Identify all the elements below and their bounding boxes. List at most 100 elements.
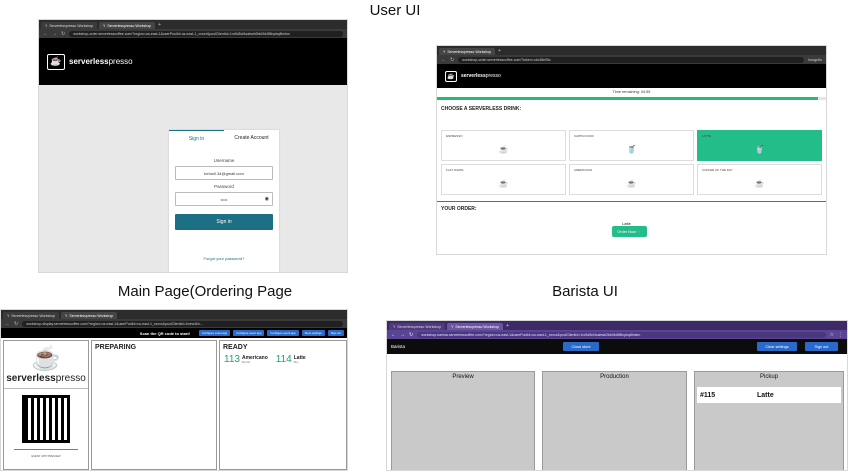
ready-order: 114 Latte Rhe: [276, 354, 306, 365]
drink-option[interactable]: ESPRESSO ☕: [441, 130, 566, 161]
tab-favicon-icon: Y: [45, 23, 48, 28]
logo-text: serverlesspresso: [461, 73, 501, 79]
reload-icon[interactable]: ↻: [409, 332, 413, 338]
forgot-password-link[interactable]: Forgot your password?: [169, 256, 279, 261]
pickup-title: Pickup: [759, 374, 778, 380]
tab-sign-in[interactable]: Sign in: [169, 130, 224, 146]
drink-option[interactable]: LATTE 🥤: [697, 130, 822, 161]
configure-button[interactable]: Configure event app: [199, 330, 231, 336]
browser-tab[interactable]: Y Serverlesspresso Workshop: [439, 48, 496, 55]
url-field[interactable]: workshop-display.serverlesscoffee.com/?r…: [22, 320, 343, 327]
sign-out-button[interactable]: Sign out: [327, 330, 344, 336]
login-tabs: Sign in Create Account: [169, 130, 279, 146]
preview-title: Preview: [452, 374, 474, 380]
reload-icon[interactable]: ↻: [14, 321, 18, 327]
sign-in-button[interactable]: Sign in: [175, 214, 273, 230]
ready-list: 113 Americano Bar Ma 114 Latte Rhe: [220, 354, 346, 365]
back-icon[interactable]: ←: [391, 332, 396, 338]
url-field[interactable]: workshop-barista.serverlesscoffee.com/?r…: [417, 331, 826, 338]
show-password-icon[interactable]: ◉: [265, 196, 269, 202]
back-icon[interactable]: ←: [441, 57, 446, 63]
tab-favicon-icon: Y: [7, 313, 10, 318]
star-icon[interactable]: ☆: [830, 332, 834, 338]
logo-panel: ☕ serverlesspresso EVENT APP PREVIEW: [3, 340, 89, 470]
logo-text: serverlesspresso: [69, 57, 133, 66]
password-field[interactable]: ••••• ◉: [175, 192, 273, 206]
display-logo-text: serverlesspresso: [6, 373, 86, 384]
forward-icon[interactable]: →: [400, 332, 405, 338]
tab-favicon-icon: Y: [443, 49, 446, 54]
serverlesspresso-logo-icon: ☕: [47, 53, 65, 70]
browser-addressbar: ← → ↻ workshop-barista.serverlesscoffee.…: [387, 330, 847, 339]
cappuccino-icon: 🥤: [626, 145, 637, 154]
preview-column: Preview: [391, 371, 535, 470]
timer-value: 04:55: [640, 90, 651, 94]
menu-icon[interactable]: ⋮: [838, 332, 843, 338]
close-store-button[interactable]: Close store: [563, 342, 599, 351]
browser-tab[interactable]: Y Serverlesspresso Workshop: [447, 323, 504, 330]
flat-white-icon: ☕: [498, 179, 509, 188]
forward-icon[interactable]: →: [52, 31, 57, 37]
drink-option[interactable]: COFFEE OF THE DAY ☕: [697, 164, 822, 195]
browser-tabbar: Y Serverlesspresso Workshop +: [437, 46, 826, 55]
new-tab-icon[interactable]: +: [506, 323, 509, 329]
cart-icon: 🛒: [636, 230, 642, 234]
back-icon[interactable]: ←: [43, 31, 48, 37]
clear-settings-button[interactable]: Clear settings: [757, 342, 797, 351]
drink-option[interactable]: CAPPUCCINO 🥤: [569, 130, 694, 161]
reload-icon[interactable]: ↻: [61, 31, 65, 37]
tab-create-account[interactable]: Create Account: [224, 130, 279, 146]
incognito-badge[interactable]: Incognito: [808, 58, 822, 62]
pickup-order[interactable]: #115 Latte: [697, 387, 841, 403]
reload-icon[interactable]: ↻: [450, 57, 454, 63]
drink-option[interactable]: FLAT WHITE ☕: [441, 164, 566, 195]
timer: Time remaining: 04:55: [612, 90, 651, 94]
browser-tab[interactable]: Y Serverlesspresso Workshop: [3, 312, 60, 319]
display-ui-screenshot: Y Serverlesspresso Workshop Y Serverlesspr…: [0, 309, 348, 471]
ready-order-number: 114: [275, 354, 292, 365]
qr-underline: [14, 449, 78, 450]
order-ui-screenshot: Y Serverlesspresso Workshop + ← ↻ worksho…: [436, 45, 827, 255]
tab-title: Serverlesspresso Workshop: [455, 324, 500, 329]
username-field[interactable]: behw0.34@gmail.com: [175, 166, 273, 180]
configure-button[interactable]: Configure event app: [233, 330, 265, 336]
drink-name: FLAT WHITE: [446, 168, 464, 172]
your-order-title: YOUR ORDER:: [441, 206, 477, 212]
drink-name: CAPPUCCINO: [574, 134, 595, 138]
latte-icon: 🥤: [754, 145, 765, 154]
espresso-cup-icon: ☕: [498, 145, 509, 154]
tab-title: Serverlesspresso Workshop: [397, 324, 442, 329]
tab-favicon-icon: Y: [65, 313, 68, 318]
americano-icon: ☕: [626, 179, 637, 188]
tab-favicon-icon: Y: [393, 324, 396, 329]
order-now-button[interactable]: Order Now 🛒: [612, 226, 647, 237]
browser-addressbar: ← → ↻ workshop-order.serverlesscoffee.co…: [39, 29, 347, 38]
qr-caption: EVENT APP PREVIEW: [31, 454, 61, 458]
configure-button[interactable]: Configure event app: [267, 330, 299, 336]
back-icon[interactable]: ←: [5, 321, 10, 327]
ready-order-name: Bar Ma: [241, 361, 251, 364]
browser-tabbar: Y Serverlesspresso Workshop Y Serverlesspr…: [39, 20, 347, 29]
new-tab-icon[interactable]: +: [498, 48, 501, 54]
new-tab-icon[interactable]: +: [158, 22, 161, 28]
divider: [437, 201, 826, 202]
store-settings-button[interactable]: Store settings: [301, 330, 325, 336]
ready-title: READY: [223, 344, 248, 351]
time-progress-bar: [437, 97, 826, 100]
browser-tab[interactable]: Y Serverlesspresso Workshop: [41, 22, 98, 29]
ready-column: READY 113 Americano Bar Ma 114 Latte Rhe: [219, 340, 347, 470]
browser-tab[interactable]: Y Serverlesspresso Workshop: [99, 22, 156, 29]
barista-ui-screenshot: Y Serverlesspresso Workshop Y Serverlesspr…: [386, 320, 848, 471]
password-label: Password: [214, 184, 234, 189]
url-field[interactable]: workshop-order.serverlesscoffee.com/?reg…: [69, 30, 343, 37]
browser-tab[interactable]: Y Serverlesspresso Workshop: [389, 323, 446, 330]
drink-option[interactable]: AMERICANO ☕: [569, 164, 694, 195]
drink-name: COFFEE OF THE DAY: [702, 168, 733, 172]
coffee-of-day-icon: ☕: [754, 179, 765, 188]
divider: [4, 388, 88, 389]
sign-out-button[interactable]: Sign out: [805, 342, 838, 351]
browser-tabbar: Y Serverlesspresso Workshop Y Serverlesspr…: [387, 321, 847, 330]
browser-tab[interactable]: Y Serverlesspresso Workshop: [61, 312, 118, 319]
ready-order-name: Rhe: [293, 361, 299, 364]
url-field[interactable]: workshop-order.serverlesscoffee.com/?tok…: [458, 56, 804, 63]
